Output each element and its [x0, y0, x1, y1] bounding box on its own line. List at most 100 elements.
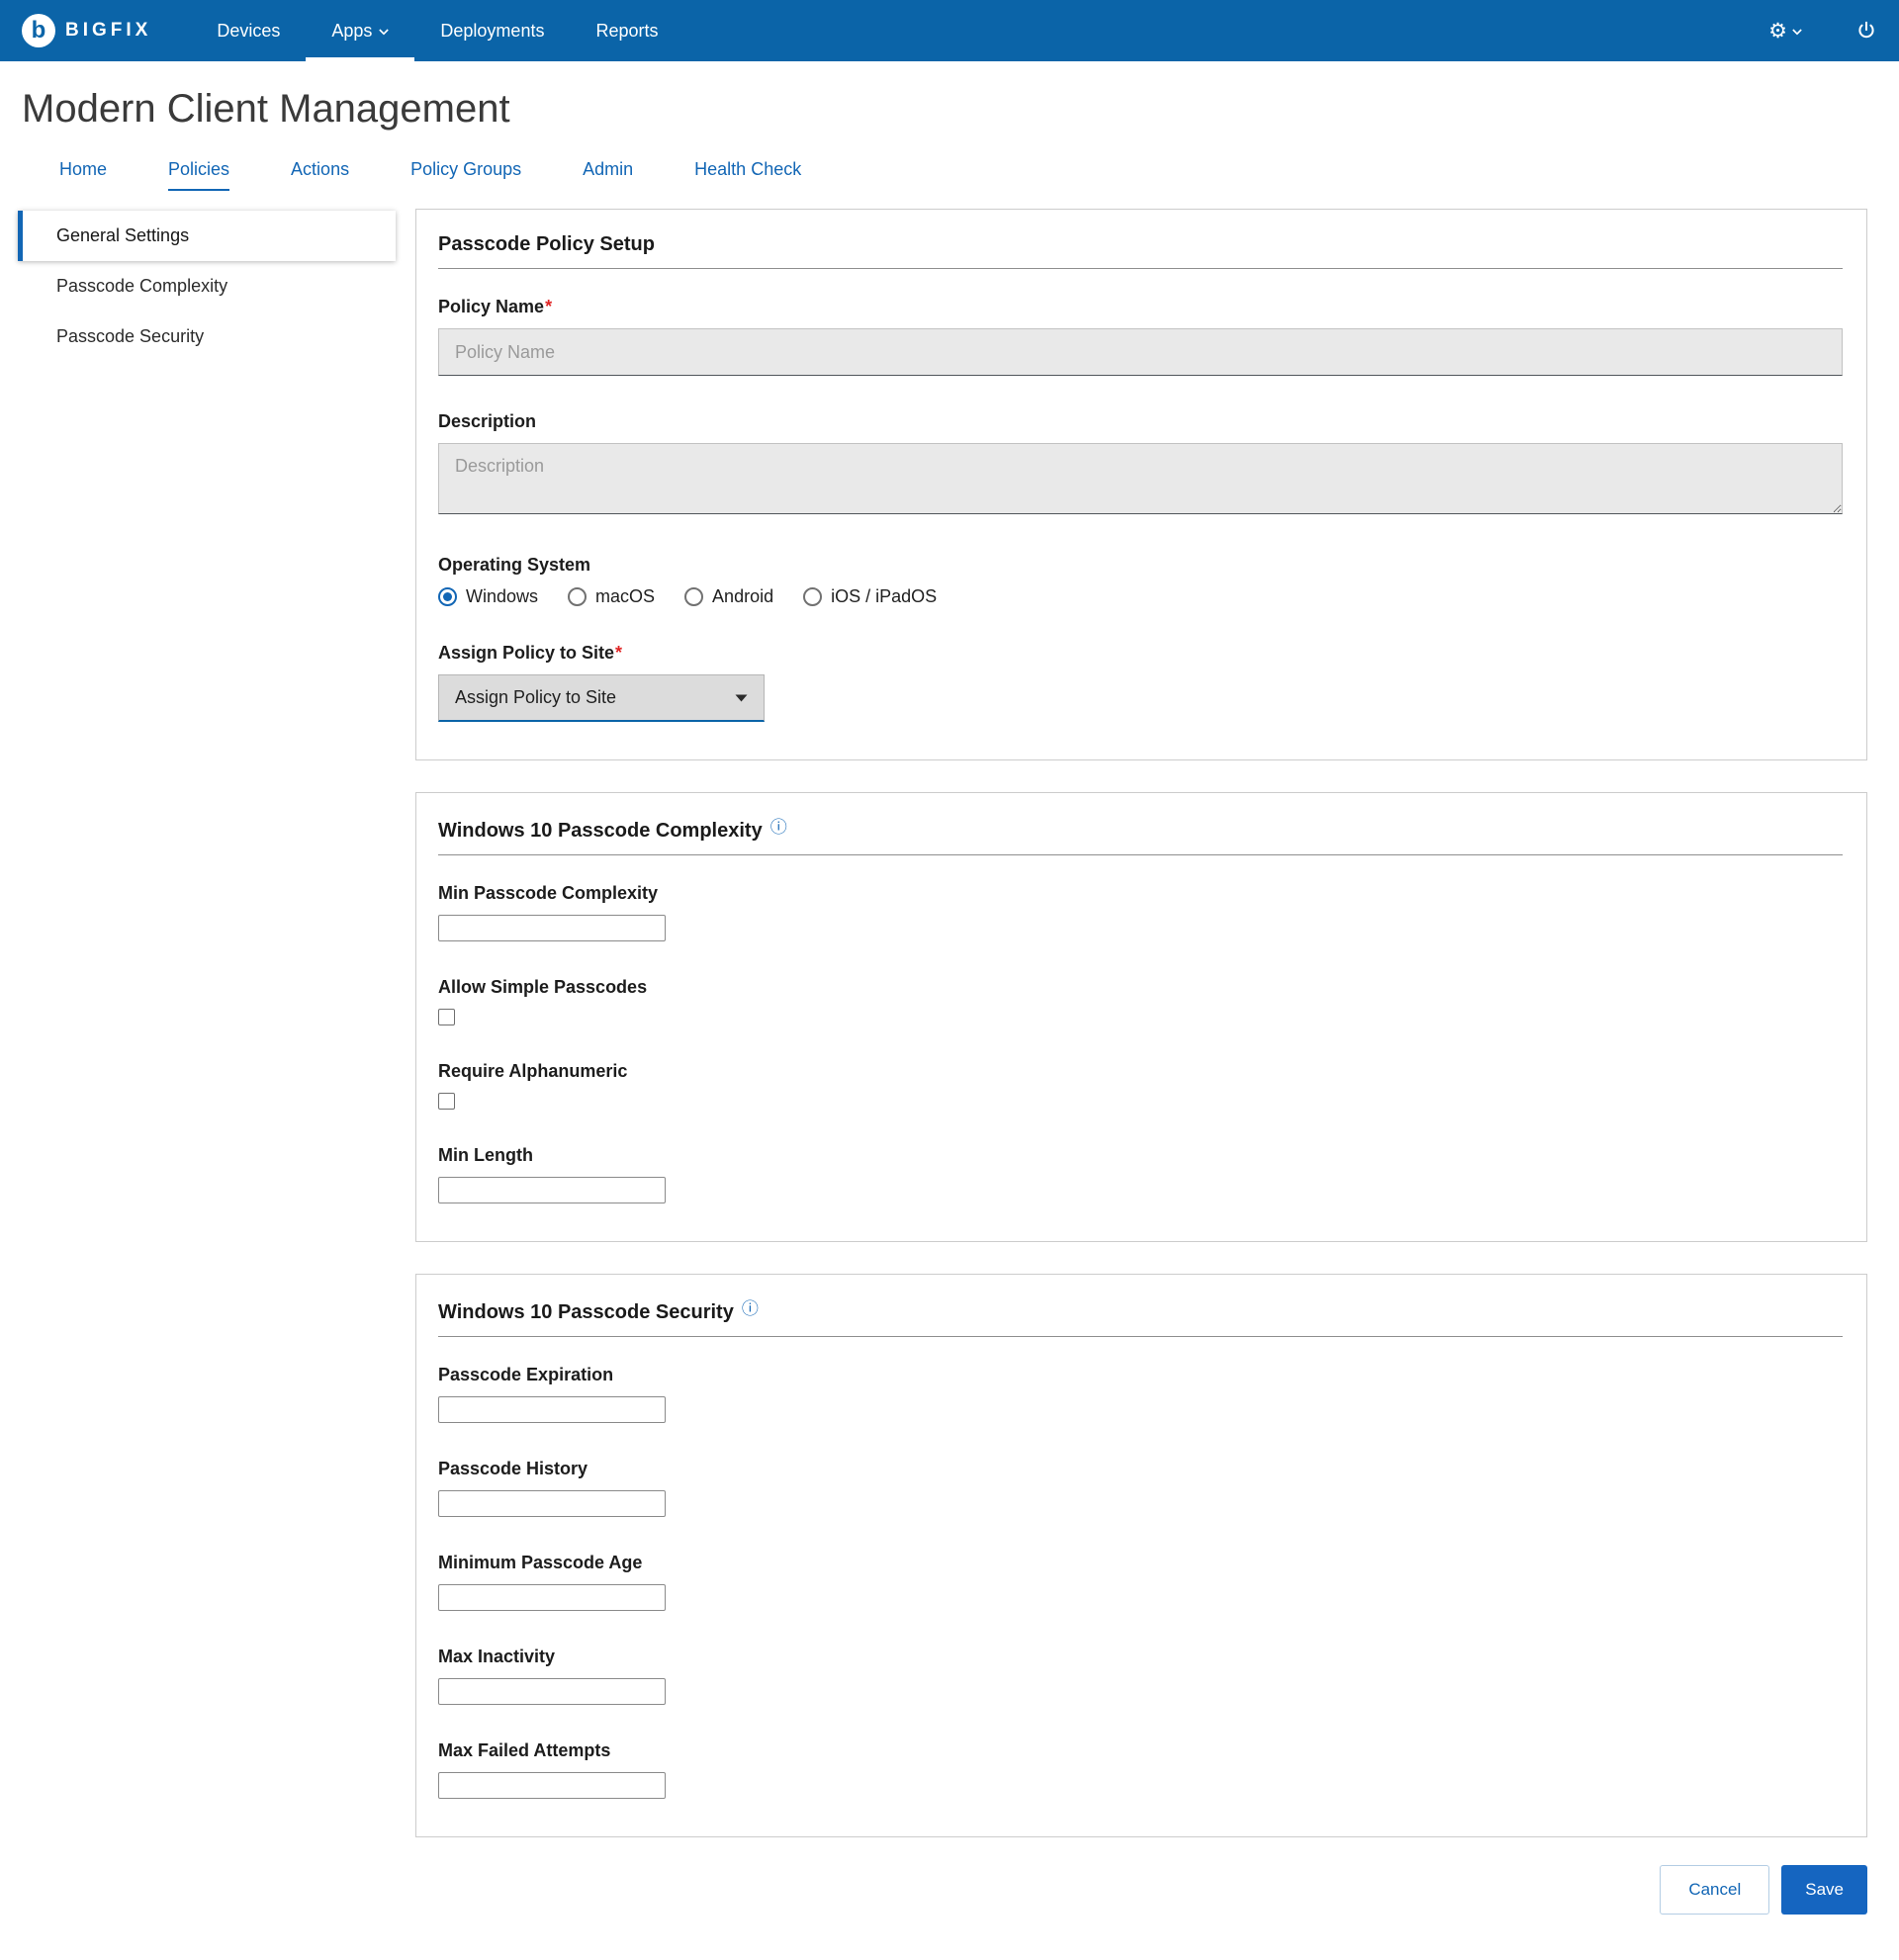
sidebar-item-passcode-security[interactable]: Passcode Security	[18, 312, 396, 362]
max-failed-attempts-input[interactable]	[438, 1772, 666, 1799]
sidebar-item-passcode-complexity[interactable]: Passcode Complexity	[18, 261, 396, 312]
nav-item-devices[interactable]: Devices	[191, 0, 306, 61]
top-navigation-bar: b BIGFIX DevicesAppsDeploymentsReports ⚙	[0, 0, 1899, 61]
nav-item-deployments[interactable]: Deployments	[414, 0, 570, 61]
settings-gear-menu[interactable]: ⚙	[1768, 21, 1802, 42]
allow-simple-passcodes-label: Allow Simple Passcodes	[438, 977, 1843, 998]
min-length-field: Min Length	[438, 1145, 1843, 1203]
min-passcode-complexity-input[interactable]	[438, 915, 666, 941]
policy-name-label-text: Policy Name	[438, 297, 544, 316]
setup-section-title: Passcode Policy Setup	[438, 233, 655, 255]
tab-health-check[interactable]: Health Check	[694, 159, 801, 191]
passcode-history-input[interactable]	[438, 1490, 666, 1517]
security-section-title: Windows 10 Passcode Security	[438, 1301, 734, 1323]
page-tabs: Home Policies Actions Policy Groups Admin Hea…	[0, 141, 1899, 191]
minimum-passcode-age-input[interactable]	[438, 1584, 666, 1611]
brand-name: BIGFIX	[65, 20, 151, 42]
gear-icon: ⚙	[1768, 21, 1787, 42]
minimum-passcode-age-field: Minimum Passcode Age	[438, 1553, 1843, 1611]
save-button[interactable]: Save	[1781, 1865, 1867, 1915]
policy-name-input[interactable]	[438, 328, 1843, 376]
complexity-fields: Min Passcode Complexity Allow Simple Pass…	[438, 883, 1843, 1203]
require-alphanumeric-checkbox[interactable]	[438, 1093, 455, 1110]
nav-item-label: Apps	[331, 21, 372, 42]
max-inactivity-label: Max Inactivity	[438, 1647, 1843, 1667]
max-inactivity-field: Max Inactivity	[438, 1647, 1843, 1705]
max-inactivity-input[interactable]	[438, 1678, 666, 1705]
radio-windows[interactable]: Windows	[438, 586, 538, 607]
main-panel: Passcode Policy Setup Policy Name* Descr…	[415, 209, 1867, 1960]
max-failed-attempts-field: Max Failed Attempts	[438, 1740, 1843, 1799]
assign-policy-label: Assign Policy to Site*	[438, 643, 1843, 664]
minimum-passcode-age-label: Minimum Passcode Age	[438, 1553, 1843, 1573]
assign-policy-select[interactable]: Assign Policy to Site	[438, 674, 765, 722]
top-nav-items: Devices Apps Deployments Reports	[191, 0, 683, 61]
description-input[interactable]	[438, 443, 1843, 514]
assign-policy-label-text: Assign Policy to Site	[438, 643, 614, 663]
info-icon[interactable]: ⓘ	[770, 818, 787, 837]
radio-macos[interactable]: macOS	[568, 586, 655, 607]
power-logout-button[interactable]	[1848, 20, 1877, 42]
radio-label: iOS / iPadOS	[831, 586, 937, 607]
radio-button-icon	[803, 587, 822, 606]
dropdown-caret-icon	[735, 694, 748, 702]
passcode-policy-setup-card: Passcode Policy Setup Policy Name* Descr…	[415, 209, 1867, 760]
require-alphanumeric-field: Require Alphanumeric	[438, 1061, 1843, 1110]
top-nav-right: ⚙	[1768, 0, 1877, 61]
passcode-history-label: Passcode History	[438, 1459, 1843, 1479]
assign-policy-selected-value: Assign Policy to Site	[455, 687, 616, 708]
passcode-expiration-input[interactable]	[438, 1396, 666, 1423]
nav-item-label: Deployments	[440, 21, 544, 42]
chevron-down-icon	[1792, 29, 1802, 36]
description-field: Description	[438, 411, 1843, 519]
min-passcode-complexity-field: Min Passcode Complexity	[438, 883, 1843, 941]
passcode-history-field: Passcode History	[438, 1459, 1843, 1517]
nav-item-reports[interactable]: Reports	[570, 0, 683, 61]
power-icon	[1855, 20, 1877, 42]
min-length-label: Min Length	[438, 1145, 1843, 1166]
min-passcode-complexity-label: Min Passcode Complexity	[438, 883, 1843, 904]
tab-policy-groups[interactable]: Policy Groups	[410, 159, 521, 191]
radio-label: Windows	[466, 586, 538, 607]
radio-android[interactable]: Android	[684, 586, 773, 607]
operating-system-label: Operating System	[438, 555, 1843, 576]
complexity-section-title: Windows 10 Passcode Complexity	[438, 820, 763, 842]
security-fields: Passcode Expiration Passcode History Minim…	[438, 1365, 1843, 1799]
tab-actions[interactable]: Actions	[291, 159, 349, 191]
max-failed-attempts-label: Max Failed Attempts	[438, 1740, 1843, 1761]
allow-simple-passcodes-checkbox[interactable]	[438, 1009, 455, 1025]
policy-name-field: Policy Name*	[438, 297, 1843, 376]
radio-label: Android	[712, 586, 773, 607]
radio-button-icon	[684, 587, 703, 606]
assign-policy-field: Assign Policy to Site* Assign Policy to …	[438, 643, 1843, 722]
allow-simple-passcodes-field: Allow Simple Passcodes	[438, 977, 1843, 1025]
radio-ios-ipados[interactable]: iOS / iPadOS	[803, 586, 937, 607]
policy-name-label: Policy Name*	[438, 297, 1843, 317]
section-divider	[438, 854, 1843, 855]
operating-system-options: Windows macOS Android iOS / iPadOS	[438, 586, 1843, 607]
tab-policies[interactable]: Policies	[168, 159, 229, 191]
tab-home[interactable]: Home	[59, 159, 107, 191]
radio-button-icon	[438, 587, 457, 606]
cancel-button[interactable]: Cancel	[1660, 1865, 1769, 1915]
radio-button-icon	[568, 587, 587, 606]
nav-item-apps[interactable]: Apps	[306, 0, 414, 61]
required-marker: *	[545, 297, 552, 316]
passcode-expiration-label: Passcode Expiration	[438, 1365, 1843, 1385]
min-length-input[interactable]	[438, 1177, 666, 1203]
require-alphanumeric-label: Require Alphanumeric	[438, 1061, 1843, 1082]
section-divider	[438, 268, 1843, 269]
content-area: General SettingsPasscode ComplexityPassc…	[0, 209, 1899, 1960]
operating-system-field: Operating System Windows macOS Android iOS …	[438, 555, 1843, 607]
sidebar-item-general-settings[interactable]: General Settings	[18, 211, 396, 261]
page-title: Modern Client Management	[0, 61, 1899, 141]
chevron-down-icon	[379, 29, 389, 36]
info-icon[interactable]: ⓘ	[742, 1299, 759, 1318]
footer-actions: Cancel Save	[415, 1865, 1867, 1915]
nav-item-label: Reports	[595, 21, 658, 42]
tab-admin[interactable]: Admin	[583, 159, 633, 191]
radio-label: macOS	[595, 586, 655, 607]
section-divider	[438, 1336, 1843, 1337]
description-label: Description	[438, 411, 1843, 432]
required-marker: *	[615, 643, 622, 663]
